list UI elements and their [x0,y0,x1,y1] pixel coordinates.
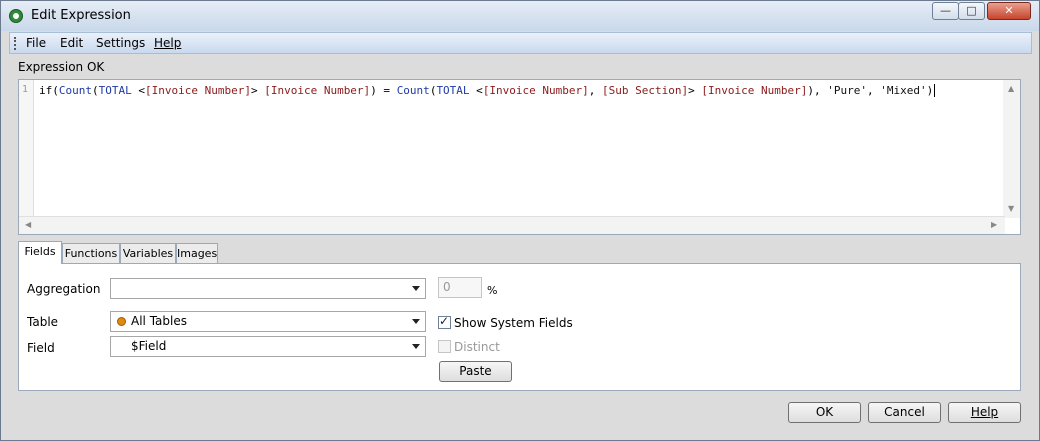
code-token: 'Mixed' [880,84,927,97]
expression-code[interactable]: if(Count(TOTAL <[Invoice Number]> [Invoi… [39,84,936,97]
code-token: Count [58,84,92,97]
distinct-label[interactable]: Distinct [454,340,500,354]
scroll-left-icon[interactable]: ◀ [25,220,31,229]
menu-file[interactable]: File [26,36,46,50]
code-token: 'Pure' [827,84,867,97]
vertical-scrollbar[interactable]: ▲ ▼ [1003,80,1020,218]
table-value: All Tables [131,314,187,328]
scroll-down-icon[interactable]: ▼ [1008,204,1014,213]
menu-settings[interactable]: Settings [96,36,145,50]
scroll-up-icon[interactable]: ▲ [1008,84,1014,93]
code-token: Count [396,84,430,97]
code-token: > [250,84,265,97]
code-token: , [866,84,881,97]
code-token: TOTAL [436,84,470,97]
close-button[interactable]: ✕ [987,2,1031,20]
scroll-right-icon[interactable]: ▶ [991,220,997,229]
line-number: 1 [22,84,29,95]
code-token: > [688,84,702,97]
field-value: $Field [131,339,167,353]
code-token: [Invoice Number] [264,84,371,97]
distinct-checkbox[interactable] [438,340,451,353]
percent-input[interactable]: 0 [438,277,482,298]
text-cursor [934,84,936,97]
cancel-button[interactable]: Cancel [868,402,941,423]
show-system-fields-label[interactable]: Show System Fields [454,316,573,330]
aggregation-label: Aggregation [27,282,101,296]
code-token: < [131,84,145,97]
toolbar-grip-icon[interactable] [14,37,19,50]
horizontal-scrollbar[interactable]: ◀ ▶ [19,216,1005,234]
chevron-down-icon [412,319,420,324]
help-button[interactable]: Help [948,402,1021,423]
chevron-down-icon [412,344,420,349]
field-dropdown[interactable]: $Field [110,336,426,357]
expression-editor[interactable]: 1 if(Count(TOTAL <[Invoice Number]> [Inv… [18,79,1021,235]
menu-bar: File Edit Settings Help [9,32,1032,54]
menu-edit[interactable]: Edit [60,36,83,50]
qlikview-app-icon [9,9,23,23]
aggregation-dropdown[interactable] [110,278,426,299]
field-label: Field [27,341,55,355]
ok-button[interactable]: OK [788,402,861,423]
code-token: ), [807,84,828,97]
code-token: < [469,84,483,97]
menu-help[interactable]: Help [154,36,181,50]
code-token: [Sub Section] [602,84,689,97]
code-token: [Invoice Number] [482,84,589,97]
code-token: TOTAL [98,84,132,97]
table-dropdown[interactable]: All Tables [110,311,426,332]
window-title: Edit Expression [31,8,131,23]
code-token: , [588,84,603,97]
code-token: ) [926,84,934,97]
chevron-down-icon [412,286,420,291]
maximize-button[interactable]: □ [958,2,985,20]
table-label: Table [27,315,59,329]
code-token: [Invoice Number] [701,84,808,97]
percent-sign: % [487,284,498,297]
expression-status: Expression OK [18,60,105,74]
tab-functions[interactable]: Functions [62,243,120,264]
paste-button[interactable]: Paste [439,361,512,382]
code-token: [Invoice Number] [145,84,251,97]
minimize-button[interactable]: — [932,2,959,20]
tab-fields[interactable]: Fields [18,241,62,264]
title-bar: Edit Expression — □ ✕ [1,1,1039,31]
code-token: if( [39,84,59,97]
show-system-fields-checkbox[interactable] [438,314,451,329]
table-icon [117,317,126,326]
line-number-gutter: 1 [19,80,34,218]
code-token: ( [92,84,99,97]
tab-variables[interactable]: Variables [120,243,176,264]
code-token: ) = [370,84,397,97]
tab-images[interactable]: Images [176,243,218,264]
